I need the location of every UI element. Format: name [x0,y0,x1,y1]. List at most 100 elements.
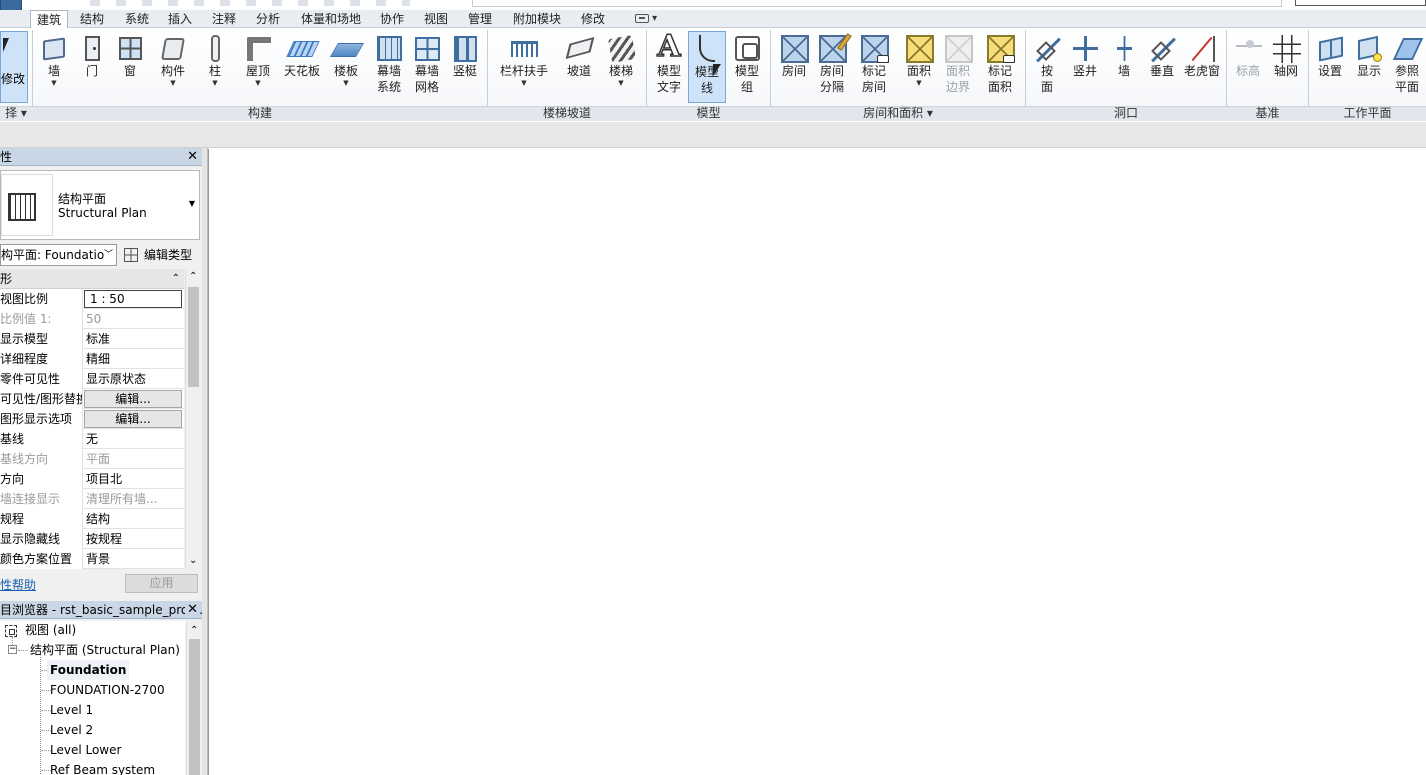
stair-icon [608,35,636,63]
property-value[interactable]: 按规程 [86,529,182,549]
tab-addins[interactable]: 附加模块 [513,10,561,28]
type-thumbnail [1,174,53,236]
property-value-input[interactable]: 1 : 50 [84,290,182,308]
door-button[interactable]: 门 [73,31,111,103]
tab-architecture[interactable]: 建筑 [30,10,69,29]
ceiling-button[interactable]: 天花板 [283,31,321,103]
tree-node-views[interactable]: 视图 (all) [25,621,76,640]
browser-scrollbar[interactable]: ⌃ [186,623,201,775]
vertical-opening-button[interactable]: 垂直 [1143,31,1181,103]
room-area-panel-label[interactable]: 房间和面积 ▾ [771,106,1025,121]
tab-massing-site[interactable]: 体量和场地 [301,10,361,28]
tab-collaborate[interactable]: 协作 [380,10,404,28]
mullion-button[interactable]: 竖梃 [446,31,484,103]
search-box[interactable] [1295,0,1426,6]
dropdown-arrow-icon: ▼ [170,79,176,87]
stair-button[interactable]: 楼梯 ▼ [602,31,640,103]
close-icon[interactable]: ✕ [187,148,198,166]
wall-button[interactable]: 墙 ▼ [35,31,73,103]
tree-node-view[interactable]: Ref Beam system [50,760,155,775]
edit-type-button[interactable]: 编辑类型 [122,244,192,266]
ribbon-minimize-toggle[interactable]: ▾ [635,13,661,25]
type-selector[interactable]: 结构平面 Structural Plan ▼ [0,170,200,240]
tree-line [40,657,41,775]
roof-button[interactable]: 屋顶 ▼ [239,31,277,103]
property-value[interactable]: 显示原状态 [86,369,182,389]
tab-modify[interactable]: 修改 [581,10,605,28]
shaft-button[interactable]: 竖井 [1066,31,1104,103]
section-header-graphics[interactable]: 形 ⌃ [0,269,184,289]
floor-button[interactable]: 楼板 ▼ [327,31,365,103]
build-panel-label: 构建 [247,106,272,120]
area-boundary-button[interactable]: 面积 边界 [939,31,977,103]
set-workplane-button[interactable]: 设置 [1311,31,1349,103]
collapse-box-icon[interactable]: − [8,645,17,654]
property-value[interactable]: 背景 [86,549,182,569]
property-value[interactable]: 精细 [86,349,182,369]
tab-structure[interactable]: 结构 [80,10,104,28]
tree-node-view[interactable]: Foundation [47,660,130,680]
tree-node-view[interactable]: Level Lower [50,740,121,760]
room-separator-button[interactable]: 房间 分隔 [813,31,852,103]
properties-help-link[interactable]: 性帮助 [0,576,36,593]
apply-button[interactable]: 应用 [125,574,198,593]
ramp-button[interactable]: 坡道 [560,31,598,103]
grid-button[interactable]: 轴网 [1267,31,1305,103]
property-value[interactable]: 项目北 [86,469,182,489]
quick-access-icons[interactable] [90,0,410,6]
dormer-button[interactable]: 老虎窗 [1183,31,1221,103]
tag-area-button[interactable]: 标记 面积 [981,31,1019,103]
properties-scrollbar[interactable]: ⌃ ⌄ [185,269,201,569]
curtain-grid-button[interactable]: 幕墙 网格 [408,31,446,103]
property-row: 方向 项目北 [0,469,184,489]
window-button[interactable]: 窗 [111,31,149,103]
property-value[interactable]: 结构 [86,509,182,529]
tab-insert[interactable]: 插入 [168,10,192,28]
quick-access-toolbar [0,0,1426,10]
reference-plane-button[interactable]: 参照 平面 [1388,31,1426,103]
property-value[interactable]: 标准 [86,329,182,349]
property-value[interactable]: 无 [86,429,182,449]
property-row: 基线方向 平面 [0,449,184,469]
show-workplane-button[interactable]: 显示 [1350,31,1388,103]
drawing-canvas[interactable] [208,149,1426,775]
tab-annotate[interactable]: 注释 [212,10,236,28]
component-button[interactable]: 构件 ▼ [154,31,192,103]
by-face-icon [1035,36,1061,62]
tab-manage[interactable]: 管理 [468,10,492,28]
scroll-thumb[interactable] [188,287,199,387]
roof-icon [247,37,271,61]
modify-button[interactable]: 修改 [0,31,28,103]
tree-node-structural-plan[interactable]: 结构平面 (Structural Plan) [30,640,180,660]
by-face-button[interactable]: 按 面 [1028,31,1066,103]
select-panel-label[interactable]: 择 ▾ [0,106,32,121]
grid-icon [1273,35,1301,63]
model-text-button[interactable]: A 模型 文字 [650,30,688,103]
area-button[interactable]: 面积 ▼ [900,31,938,103]
model-line-button[interactable]: 模型 线 [688,31,726,103]
scroll-thumb[interactable] [189,639,200,775]
tab-analyze[interactable]: 分析 [256,10,280,28]
tag-room-button[interactable]: 标记 房间 [855,31,893,103]
property-edit-button[interactable]: 编辑... [84,410,182,428]
room-button[interactable]: 房间 [775,31,813,103]
level-button[interactable]: 标高 [1229,31,1267,103]
close-icon[interactable]: ✕ [185,601,198,618]
application-menu-button[interactable] [0,0,22,10]
property-edit-button[interactable]: 编辑... [84,390,182,408]
model-group-button[interactable]: 模型 组 [728,31,766,103]
tree-node-view[interactable]: Level 1 [50,700,93,720]
component-icon [161,38,185,60]
railing-button[interactable]: 栏杆扶手 ▼ [500,31,548,103]
curtain-system-button[interactable]: 幕墙 系统 [370,31,408,103]
wall-opening-button[interactable]: 墙 [1105,31,1143,103]
dropdown-arrow-icon: ▼ [916,79,922,87]
instance-filter-select[interactable]: 构平面: Foundatio ﹀ [0,244,117,266]
area-icon [906,35,934,63]
tree-node-view[interactable]: FOUNDATION-2700 [50,680,165,700]
column-button[interactable]: 柱 ▼ [196,31,234,103]
tree-node-view[interactable]: Level 2 [50,720,93,740]
properties-palette: 性 ✕ 结构平面 Structural Plan ▼ 构平面: Foundati… [0,148,202,775]
tab-systems[interactable]: 系统 [125,10,149,28]
tab-view[interactable]: 视图 [424,10,448,28]
